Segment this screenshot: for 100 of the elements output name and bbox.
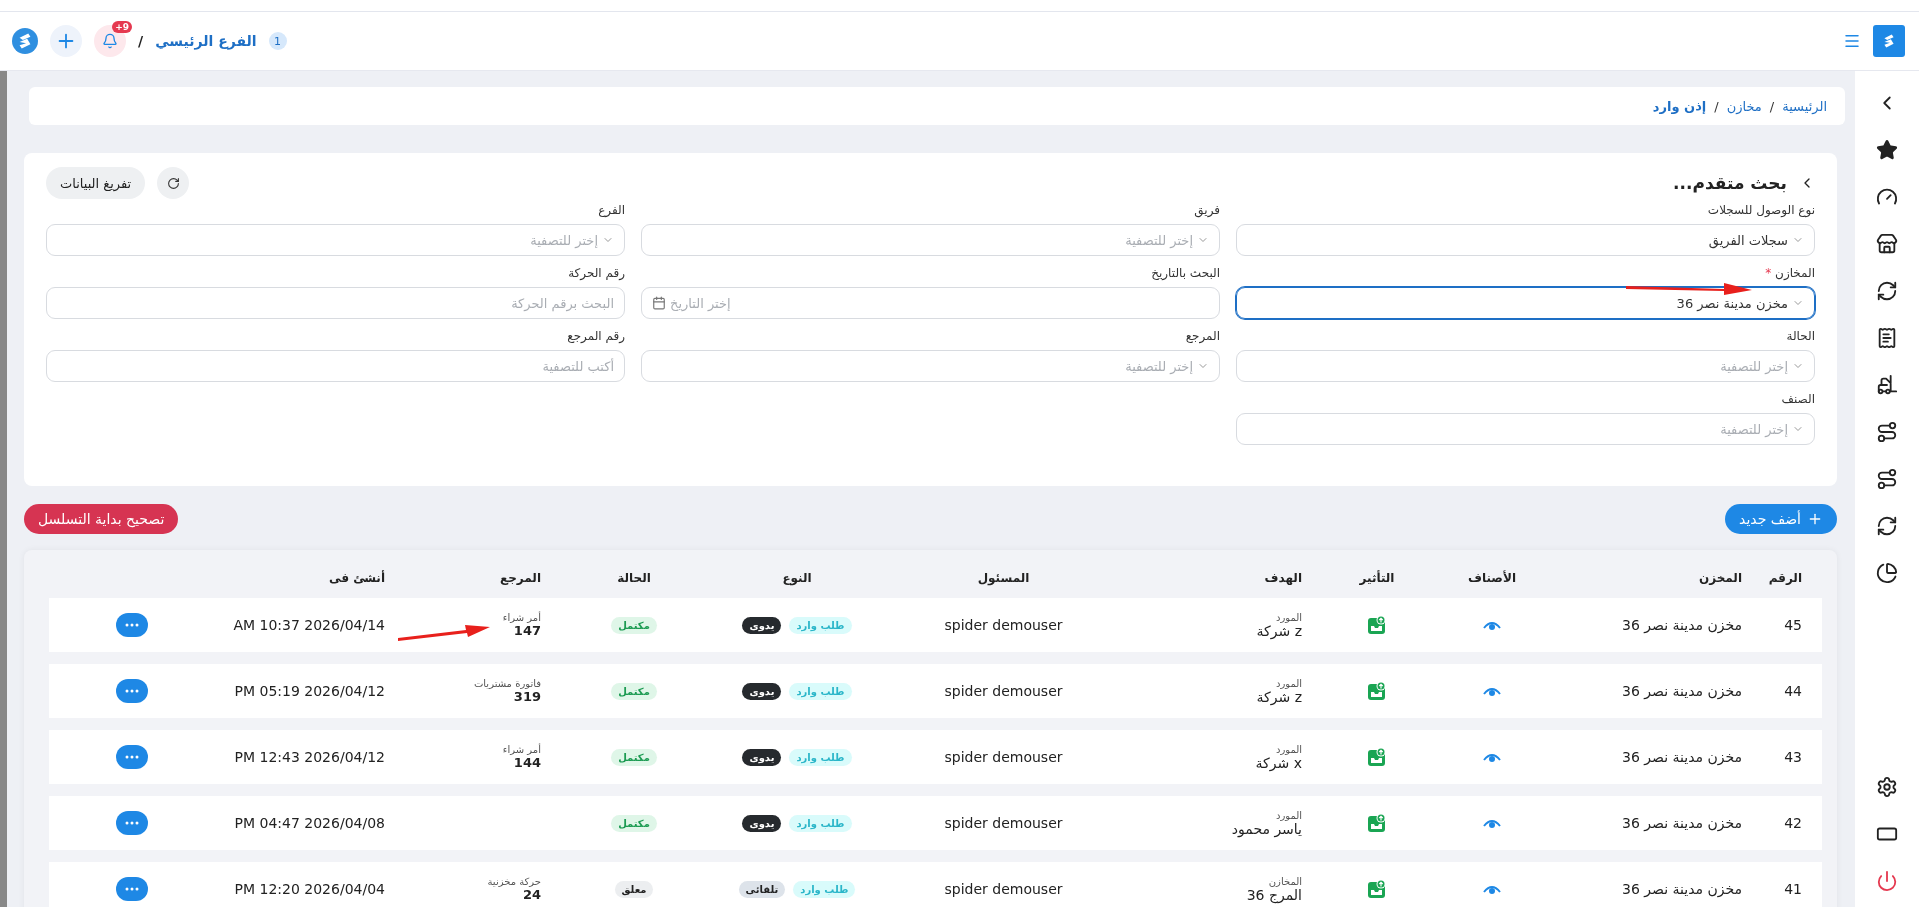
- refresh-button[interactable]: [157, 167, 190, 199]
- date-field[interactable]: إختر التاريخ: [641, 287, 1220, 319]
- target-name: المرج 36: [1246, 886, 1302, 903]
- table-cell: spider demouser: [944, 815, 1063, 831]
- more-button[interactable]: [116, 613, 148, 637]
- target-name: ياسر محمود: [1231, 820, 1302, 837]
- branch-count: 1: [268, 32, 287, 50]
- menu-icon[interactable]: [1843, 32, 1861, 50]
- reference-type: حركة مخزنية: [487, 876, 541, 887]
- status-tag: مكتمل: [611, 682, 657, 700]
- field-label: فريق: [1194, 203, 1220, 220]
- table-cell: 43: [1784, 749, 1802, 765]
- notification-badge: +9: [112, 21, 132, 33]
- branch-name[interactable]: الفرع الرئيسي: [155, 33, 257, 49]
- more-button[interactable]: [116, 811, 148, 835]
- type-tag: طلب وارد: [789, 616, 852, 634]
- add-new-button[interactable]: أضف جديد: [1725, 504, 1837, 534]
- store-icon[interactable]: [1875, 232, 1899, 256]
- input-field[interactable]: البحث برقم الحركة: [46, 287, 625, 319]
- status-tag: مكتمل: [611, 616, 657, 634]
- field-label: رقم الحركة: [568, 266, 625, 282]
- more-button[interactable]: [116, 679, 148, 703]
- path-separator: /: [138, 33, 144, 49]
- refresh-icon[interactable]: [1875, 514, 1899, 538]
- clear-button[interactable]: تفريغ البيانات: [46, 167, 146, 199]
- select-field[interactable]: سجلات الفريق: [1236, 224, 1815, 256]
- type-tag: يدوى: [742, 814, 782, 832]
- table-cell: PM 12:20 2026/04/04: [234, 881, 385, 897]
- add-button[interactable]: [50, 25, 82, 57]
- bell-icon: [102, 33, 118, 49]
- breadcrumb-link[interactable]: الرئيسية: [1782, 98, 1827, 114]
- field-label: المخازن *: [1765, 266, 1815, 282]
- pie-chart-icon[interactable]: [1875, 561, 1899, 585]
- column-header: المخزن: [1697, 571, 1743, 585]
- eye-icon: [1483, 883, 1501, 895]
- more-button[interactable]: [116, 745, 148, 769]
- hand-truck-icon[interactable]: [1875, 373, 1899, 397]
- select-field[interactable]: إختر للتصفية: [1236, 350, 1815, 382]
- type-tag: طلب وارد: [793, 880, 856, 898]
- select-field[interactable]: مخزن مدينة نصر 36: [1236, 287, 1815, 319]
- breadcrumb-link[interactable]: مخازن: [1726, 98, 1762, 114]
- reference-number: 24: [522, 887, 541, 902]
- reference-type: أمر شراء: [502, 744, 541, 755]
- field-label: الفرع: [598, 203, 625, 219]
- table-cell: 42: [1784, 815, 1802, 831]
- column-header: الحالة: [616, 571, 652, 585]
- column-header: الأصناف: [1467, 571, 1517, 585]
- field-label: البحث بالتاريخ: [1151, 266, 1220, 282]
- type-tag: يدوى: [742, 616, 782, 634]
- reference-type: فاتورة مشتريات: [473, 678, 541, 689]
- settings-icon[interactable]: [1875, 775, 1899, 799]
- table-cell: PM 12:43 2026/04/12: [234, 749, 385, 765]
- more-icon: [125, 755, 139, 759]
- type-tag: تلقائى: [738, 880, 786, 898]
- reset-sequence-button[interactable]: تصحيح بداية التسلسل: [24, 504, 179, 534]
- refresh-icon: [166, 176, 180, 190]
- target-name: شركة x: [1255, 754, 1302, 771]
- type-tag: طلب وارد: [789, 814, 852, 832]
- column-header: النوع: [781, 571, 813, 585]
- select-field[interactable]: إختر للتصفية: [46, 224, 625, 256]
- table-cell: مخزن مدينة نصر 36: [1622, 683, 1742, 699]
- breadcrumb-link[interactable]: إذن وارد: [1652, 98, 1707, 114]
- eye-icon: [1483, 751, 1501, 763]
- table-cell: مخزن مدينة نصر 36: [1622, 749, 1742, 765]
- target-label: المخازن: [1268, 875, 1302, 887]
- refresh-icon[interactable]: [1875, 279, 1899, 303]
- reference-number: 319: [513, 689, 541, 704]
- column-header: أنشئ فى: [328, 571, 386, 585]
- column-header: المسئول: [976, 571, 1031, 585]
- target-label: المورد: [1275, 611, 1302, 623]
- target-label: المورد: [1275, 677, 1302, 689]
- breadcrumb-separator: /: [1714, 98, 1719, 114]
- panel-title: بحث متقدم...: [1673, 173, 1787, 193]
- power-icon[interactable]: [1875, 869, 1899, 893]
- select-field[interactable]: إختر للتصفية: [641, 224, 1220, 256]
- target-name: شركة z: [1256, 688, 1302, 705]
- type-tag: طلب وارد: [789, 748, 852, 766]
- column-header: الرقم: [1767, 571, 1803, 585]
- type-tag: يدوى: [742, 682, 782, 700]
- reference-type: أمر شراء: [502, 612, 541, 623]
- more-icon: [125, 623, 139, 627]
- column-header: التأثير: [1358, 571, 1396, 585]
- table-cell: spider demouser: [944, 617, 1063, 633]
- logo-icon: [12, 28, 38, 54]
- input-field[interactable]: أكتب للتصفية: [46, 350, 625, 382]
- target-label: المورد: [1275, 743, 1302, 755]
- more-button[interactable]: [116, 877, 148, 901]
- more-icon: [125, 821, 139, 825]
- column-header: الهدف: [1263, 571, 1303, 585]
- route-icon[interactable]: [1875, 467, 1899, 491]
- eye-icon: [1483, 817, 1501, 829]
- status-tag: معلق: [614, 880, 654, 898]
- status-tag: مكتمل: [611, 748, 657, 766]
- select-field[interactable]: إختر للتصفية: [1236, 413, 1815, 445]
- select-field[interactable]: إختر للتصفية: [641, 350, 1220, 382]
- star-icon[interactable]: [1875, 138, 1899, 162]
- reference-number: 144: [513, 755, 541, 770]
- table-cell: spider demouser: [944, 881, 1063, 897]
- route-icon[interactable]: [1875, 420, 1899, 444]
- status-tag: مكتمل: [611, 814, 657, 832]
